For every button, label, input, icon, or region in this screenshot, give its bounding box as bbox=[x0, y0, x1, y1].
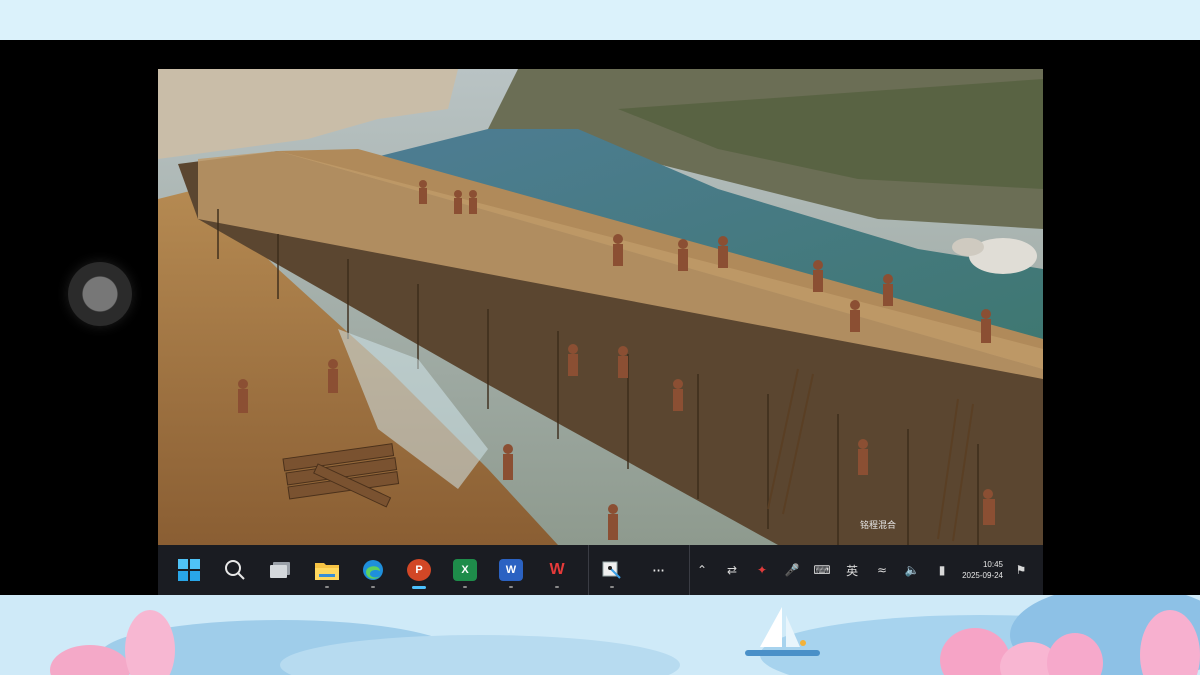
wps-icon: W bbox=[549, 561, 565, 578]
battery-icon[interactable]: ▮ bbox=[930, 558, 954, 582]
clock[interactable]: 10:45 2025-09-24 bbox=[962, 559, 1003, 581]
more-icon: ··· bbox=[651, 560, 665, 580]
task-view-button[interactable] bbox=[262, 550, 300, 590]
clock-time: 10:45 bbox=[982, 560, 1003, 569]
taskbar-file-explorer[interactable] bbox=[308, 550, 346, 590]
taskbar-wps[interactable]: W bbox=[538, 550, 576, 590]
watermark-text: 铭程混合 bbox=[860, 521, 897, 531]
taskbar-edge[interactable] bbox=[354, 550, 392, 590]
search-icon bbox=[225, 560, 245, 580]
windows-logo-icon bbox=[178, 559, 200, 581]
windows-taskbar: P X W W ··· ⌃ ⇄ ✦ 🎤 ⌨ 英 ≈ 🔈 ▮ 10:45 2025… bbox=[158, 545, 1043, 595]
clock-date: 2025-09-24 bbox=[962, 571, 1003, 580]
running-indicator bbox=[325, 586, 329, 588]
taskbar-snipping-tool[interactable] bbox=[593, 550, 631, 590]
task-view-icon bbox=[270, 562, 290, 578]
sync-icon[interactable]: ⇄ bbox=[720, 558, 744, 582]
powerpoint-icon: P bbox=[407, 559, 431, 581]
excel-icon: X bbox=[453, 559, 477, 581]
decorative-footer bbox=[0, 595, 1200, 675]
snipping-tool-icon bbox=[602, 561, 621, 579]
start-button[interactable] bbox=[170, 550, 208, 590]
microphone-icon[interactable]: 🎤 bbox=[780, 558, 804, 582]
taskbar-separator bbox=[588, 545, 589, 595]
wifi-icon[interactable]: ≈ bbox=[870, 558, 894, 582]
volume-icon[interactable]: 🔈 bbox=[900, 558, 924, 582]
taskbar-powerpoint[interactable]: P bbox=[400, 550, 438, 590]
taskbar-word[interactable]: W bbox=[492, 550, 530, 590]
folder-icon bbox=[315, 563, 339, 580]
dam-construction-illustration bbox=[158, 69, 1043, 545]
system-tray: ⌃ ⇄ ✦ 🎤 ⌨ 英 ≈ 🔈 ▮ 10:45 2025-09-24 ⚑ bbox=[684, 545, 1043, 595]
chevron-up-icon[interactable]: ⌃ bbox=[690, 558, 714, 582]
taskbar-excel[interactable]: X bbox=[446, 550, 484, 590]
running-indicator bbox=[610, 586, 614, 588]
app-tray-icon[interactable]: ✦ bbox=[750, 558, 774, 582]
active-indicator bbox=[412, 586, 426, 589]
top-band bbox=[0, 0, 1200, 40]
taskbar-more-button[interactable]: ··· bbox=[639, 550, 677, 590]
keyboard-icon[interactable]: ⌨ bbox=[810, 558, 834, 582]
word-icon: W bbox=[499, 559, 523, 581]
search-button[interactable] bbox=[216, 550, 254, 590]
running-indicator bbox=[463, 586, 467, 588]
running-indicator bbox=[371, 586, 375, 588]
taskbar-apps: P X W W bbox=[158, 545, 584, 595]
notification-icon[interactable]: ⚑ bbox=[1009, 558, 1033, 582]
slide-image bbox=[158, 69, 1043, 545]
floating-control-button[interactable] bbox=[68, 262, 132, 326]
running-indicator bbox=[555, 586, 559, 588]
ime-indicator[interactable]: 英 bbox=[840, 558, 864, 582]
landscape-decoration bbox=[50, 595, 1200, 675]
running-indicator bbox=[509, 586, 513, 588]
edge-browser-icon bbox=[363, 560, 383, 580]
